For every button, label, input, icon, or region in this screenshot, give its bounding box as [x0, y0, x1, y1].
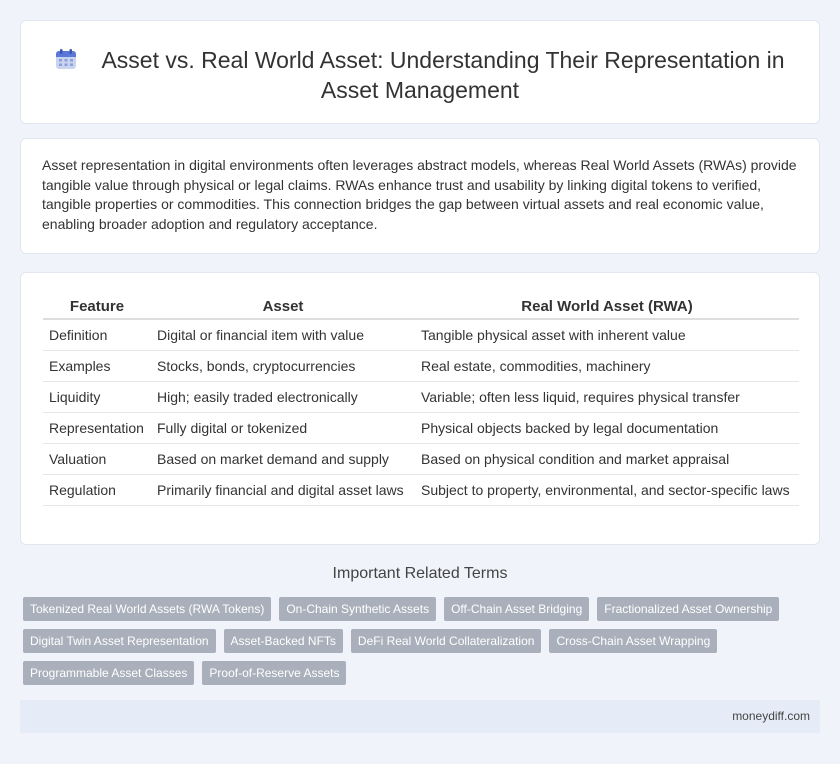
term-tag[interactable]: Programmable Asset Classes [23, 661, 195, 685]
table-row: Liquidity High; easily traded electronic… [43, 381, 799, 413]
cell-asset: Fully digital or tokenized [151, 412, 415, 444]
related-terms-list: Tokenized Real World Assets (RWA Tokens)… [23, 597, 803, 685]
term-tag[interactable]: Fractionalized Asset Ownership [597, 597, 780, 621]
comparison-table-card: Feature Asset Real World Asset (RWA) Def… [20, 272, 820, 545]
intro-card: Asset representation in digital environm… [20, 138, 820, 254]
table-row: Valuation Based on market demand and sup… [43, 443, 799, 475]
term-tag[interactable]: Asset-Backed NFTs [223, 629, 343, 653]
cell-rwa: Based on physical condition and market a… [415, 443, 799, 475]
term-tag[interactable]: DeFi Real World Collateralization [350, 629, 542, 653]
table-row: Representation Fully digital or tokenize… [43, 412, 799, 444]
header-feature: Feature [43, 294, 151, 320]
term-tag[interactable]: Digital Twin Asset Representation [23, 629, 216, 653]
cell-feature: Liquidity [43, 381, 151, 413]
header-card: Asset vs. Real World Asset: Understandin… [20, 20, 820, 124]
cell-feature: Examples [43, 350, 151, 382]
header-asset: Asset [151, 294, 415, 320]
cell-rwa: Physical objects backed by legal documen… [415, 412, 799, 444]
table-row: Regulation Primarily financial and digit… [43, 474, 799, 506]
page-title: Asset vs. Real World Asset: Understandin… [101, 47, 785, 103]
table-header-row: Feature Asset Real World Asset (RWA) [43, 294, 799, 320]
cell-rwa: Tangible physical asset with inherent va… [415, 319, 799, 351]
term-tag[interactable]: Proof-of-Reserve Assets [202, 661, 347, 685]
related-terms-title: Important Related Terms [332, 565, 508, 582]
page-title-wrap: Asset vs. Real World Asset: Understandin… [21, 45, 819, 105]
cell-rwa: Real estate, commodities, machinery [415, 350, 799, 382]
comparison-table: Feature Asset Real World Asset (RWA) Def… [43, 294, 799, 506]
term-tag[interactable]: Off-Chain Asset Bridging [444, 597, 590, 621]
table-row: Definition Digital or financial item wit… [43, 319, 799, 351]
term-tag[interactable]: Cross-Chain Asset Wrapping [549, 629, 718, 653]
cell-feature: Regulation [43, 474, 151, 506]
cell-asset: Stocks, bonds, cryptocurrencies [151, 350, 415, 382]
table-row: Examples Stocks, bonds, cryptocurrencies… [43, 350, 799, 382]
cell-feature: Representation [43, 412, 151, 444]
term-tag[interactable]: On-Chain Synthetic Assets [279, 597, 437, 621]
cell-asset: High; easily traded electronically [151, 381, 415, 413]
footer: moneydiff.com [20, 700, 820, 733]
cell-asset: Based on market demand and supply [151, 443, 415, 475]
cell-feature: Valuation [43, 443, 151, 475]
intro-text: Asset representation in digital environm… [42, 157, 797, 232]
term-tag[interactable]: Tokenized Real World Assets (RWA Tokens) [23, 597, 272, 621]
cell-asset: Digital or financial item with value [151, 319, 415, 351]
cell-asset: Primarily financial and digital asset la… [151, 474, 415, 506]
footer-brand[interactable]: moneydiff.com [732, 709, 810, 723]
cell-rwa: Subject to property, environmental, and … [415, 474, 799, 506]
calendar-icon [56, 49, 77, 69]
header-rwa: Real World Asset (RWA) [415, 294, 799, 320]
cell-rwa: Variable; often less liquid, requires ph… [415, 381, 799, 413]
cell-feature: Definition [43, 319, 151, 351]
